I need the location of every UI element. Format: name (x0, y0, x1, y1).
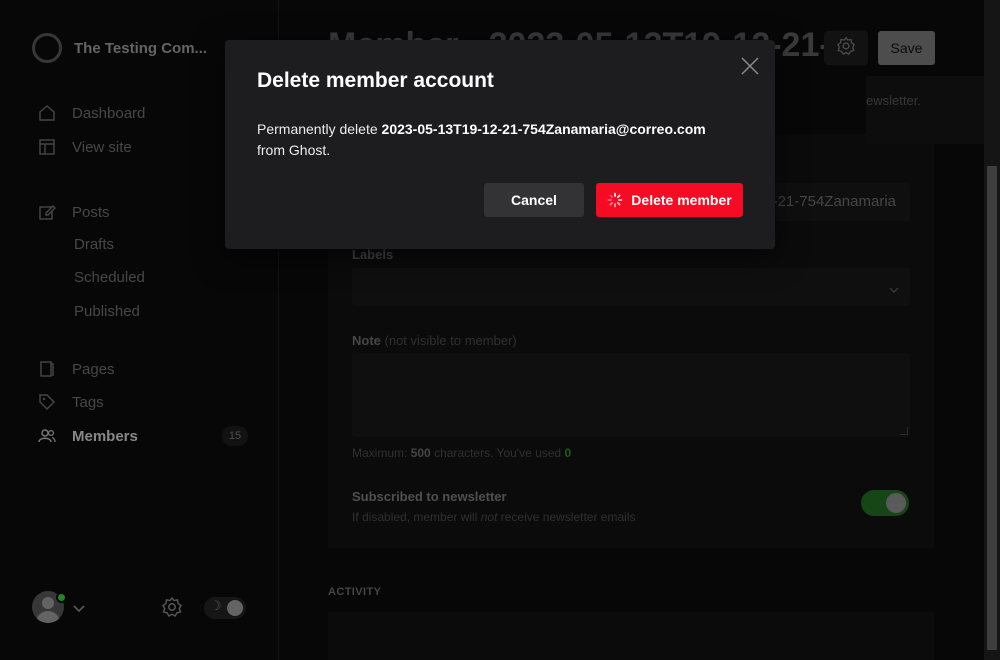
modal-title: Delete member account (257, 69, 494, 92)
delete-member-modal: Delete member account Permanently delete… (225, 40, 775, 249)
spinner-icon (607, 192, 623, 208)
delete-member-button[interactable]: Delete member (596, 183, 743, 217)
scrollbar-thumb[interactable] (987, 166, 997, 650)
modal-message: Permanently delete 2023-05-13T19-12-21-7… (257, 121, 706, 158)
member-email: 2023-05-13T19-12-21-754Zanamaria@correo.… (381, 121, 706, 137)
cancel-button[interactable]: Cancel (484, 183, 584, 217)
scrollbar[interactable] (984, 0, 1000, 660)
delete-member-label: Delete member (631, 192, 732, 208)
close-icon[interactable] (740, 56, 760, 76)
